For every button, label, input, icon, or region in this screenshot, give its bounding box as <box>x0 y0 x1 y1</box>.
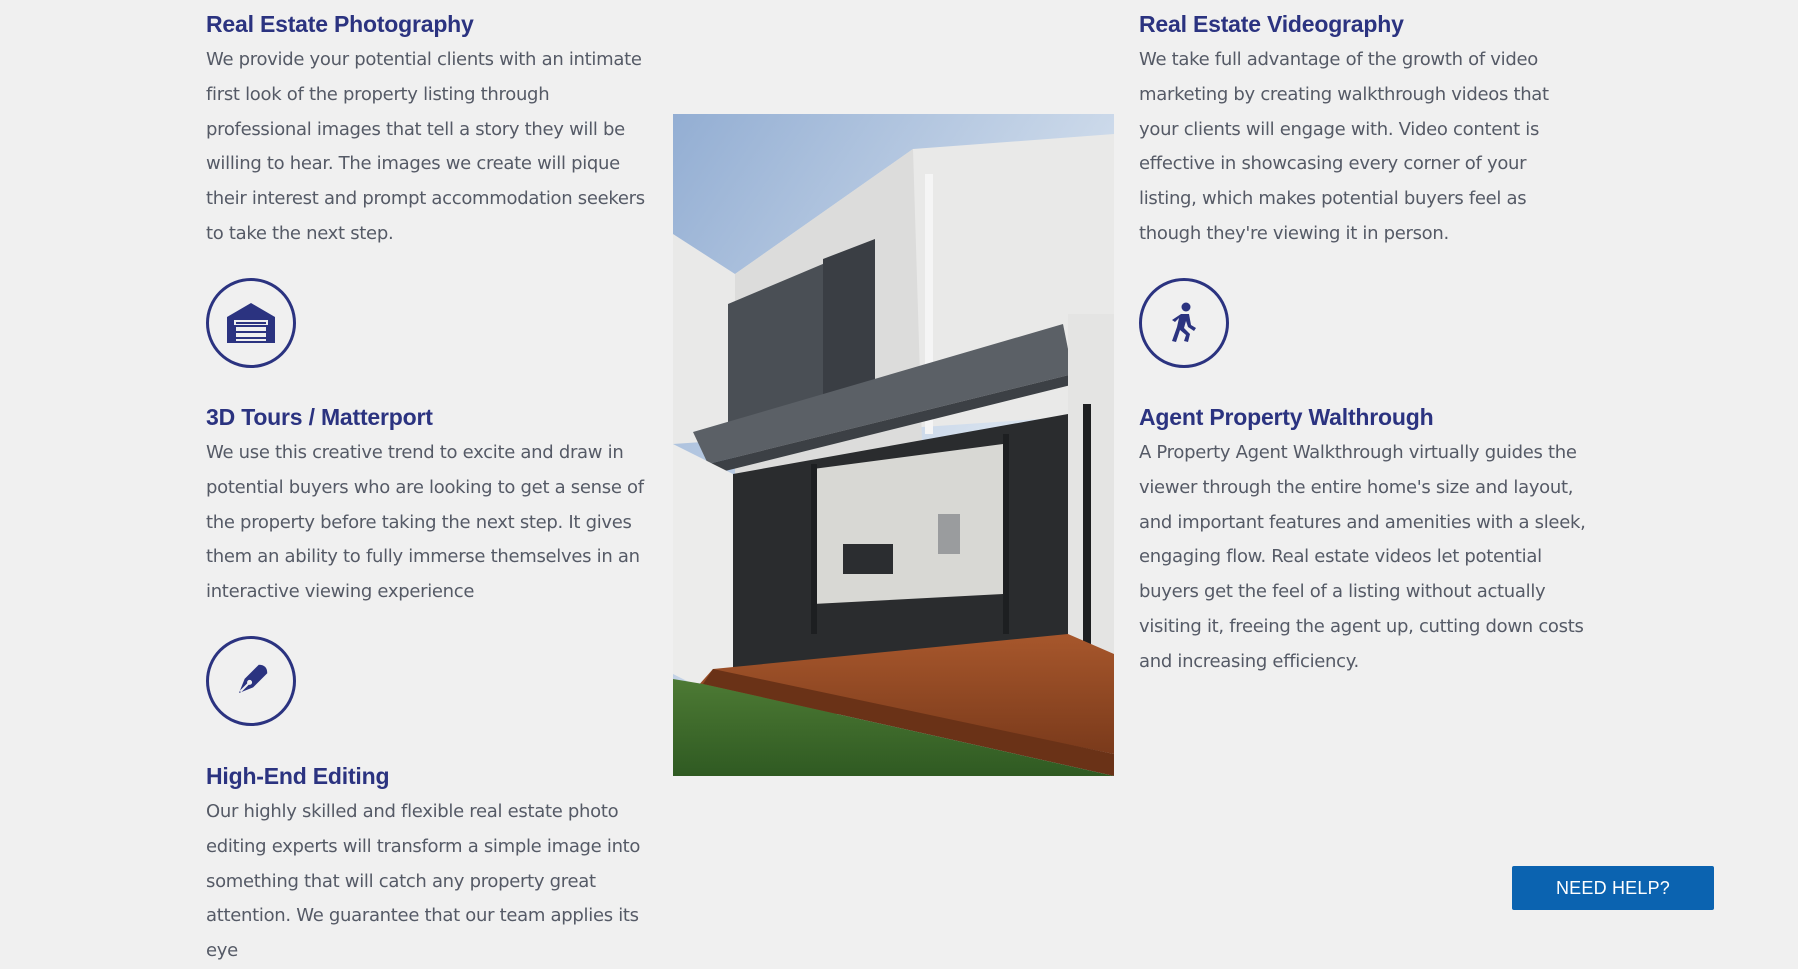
pen-nib-icon <box>206 636 296 726</box>
service-description: A Property Agent Walkthrough virtually g… <box>1139 442 1586 672</box>
service-photography: Real Estate Photography We provide your … <box>206 9 646 252</box>
service-videography: Real Estate Videography We take full adv… <box>1139 9 1589 252</box>
service-agent-walkthrough: Agent Property Walthrough A Property Age… <box>1139 402 1589 680</box>
service-title: Agent Property Walthrough <box>1139 404 1434 430</box>
service-title: 3D Tours / Matterport <box>206 404 433 430</box>
need-help-button[interactable]: NEED HELP? <box>1512 866 1714 910</box>
house-photo <box>673 114 1114 776</box>
service-description: We take full advantage of the growth of … <box>1139 49 1549 244</box>
service-description: We provide your potential clients with a… <box>206 49 645 244</box>
service-description: We use this creative trend to excite and… <box>206 442 644 603</box>
walking-person-icon <box>1139 278 1229 368</box>
service-3d-tours: 3D Tours / Matterport We use this creati… <box>206 402 646 610</box>
service-description: Our highly skilled and flexible real est… <box>206 801 641 962</box>
garage-icon <box>206 278 296 368</box>
service-editing: High-End Editing Our highly skilled and … <box>206 761 646 969</box>
service-title: Real Estate Photography <box>206 11 474 37</box>
service-title: High-End Editing <box>206 763 390 789</box>
service-title: Real Estate Videography <box>1139 11 1404 37</box>
